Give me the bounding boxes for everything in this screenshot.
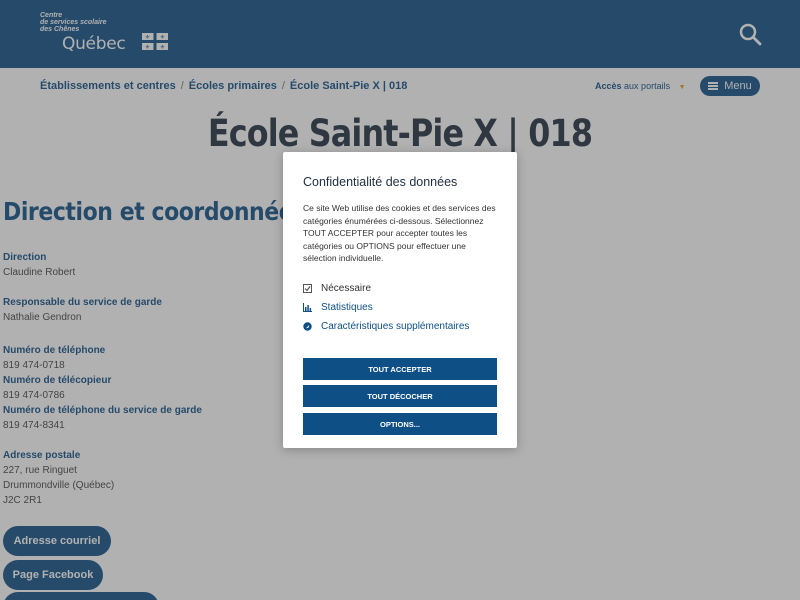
- accept-all-button[interactable]: TOUT ACCEPTER: [303, 358, 497, 380]
- chart-icon: [303, 303, 312, 312]
- uncheck-all-button[interactable]: TOUT DÉCOCHER: [303, 385, 497, 407]
- option-necessaire-label: Nécessaire: [321, 283, 372, 294]
- modal-title: Confidentialité des données: [303, 175, 458, 189]
- option-necessaire[interactable]: Nécessaire: [303, 283, 371, 294]
- option-caracteristiques[interactable]: Caractéristiques supplémentaires: [303, 321, 469, 332]
- option-caracteristiques-label: Caractéristiques supplémentaires: [321, 321, 470, 332]
- checkbox-icon: [303, 284, 312, 293]
- option-statistiques[interactable]: Statistiques: [303, 302, 373, 313]
- modal-description: Ce site Web utilise des cookies et des s…: [303, 203, 496, 263]
- option-statistiques-label: Statistiques: [321, 302, 373, 313]
- puzzle-icon: [303, 322, 312, 331]
- privacy-modal: Confidentialité des données Ce site Web …: [283, 152, 517, 448]
- options-button[interactable]: OPTIONS...: [303, 413, 497, 435]
